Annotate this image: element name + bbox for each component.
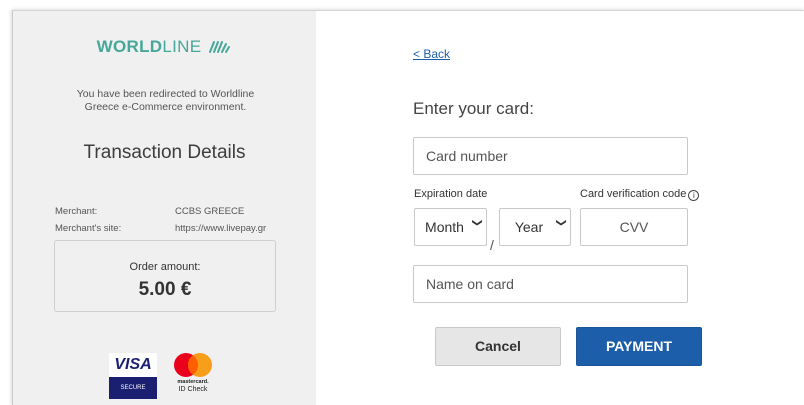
- order-amount-label: Order amount:: [129, 261, 201, 273]
- visa-secure-badge: VISA SECURE: [109, 353, 157, 399]
- order-amount-box: Order amount: 5.00 €: [54, 240, 276, 312]
- mastercard-circles-icon: [174, 353, 212, 377]
- cvv-label-row: Card verification code i: [580, 188, 700, 201]
- merchant-label: Merchant:: [55, 206, 98, 217]
- logo-text-bold: WORLD: [96, 37, 163, 56]
- year-select[interactable]: Year ❯: [499, 208, 571, 246]
- worldline-wave-icon: [209, 41, 231, 53]
- enter-card-heading: Enter your card:: [413, 99, 534, 118]
- id-check-text: ID Check: [178, 386, 208, 393]
- chevron-down-icon: ❯: [471, 218, 483, 227]
- visa-secure-text: SECURE: [109, 377, 157, 399]
- redirect-notice: You have been redirected to Worldline Gr…: [53, 88, 278, 114]
- month-select[interactable]: Month ❯: [414, 208, 487, 246]
- payment-button[interactable]: PAYMENT: [576, 327, 702, 366]
- worldline-logo: WORLDLINE: [13, 37, 316, 57]
- back-link[interactable]: < Back: [413, 47, 450, 61]
- year-select-value: Year: [514, 219, 544, 235]
- mastercard-text: mastercard. ID Check: [171, 379, 215, 393]
- cvv-input[interactable]: [580, 208, 688, 246]
- name-on-card-input[interactable]: [413, 265, 688, 303]
- info-icon[interactable]: i: [688, 190, 700, 201]
- redirect-line-1: You have been redirected to Worldline: [76, 88, 255, 100]
- logo-text-light: LINE: [162, 37, 202, 56]
- merchant-site-label: Merchant's site:: [55, 223, 122, 234]
- merchant-value: CCBS GREECE: [175, 206, 245, 217]
- expiration-date-label: Expiration date: [414, 188, 488, 200]
- transaction-details-title: Transaction Details: [83, 142, 246, 163]
- order-amount-value: 5.00 €: [138, 279, 192, 300]
- card-entry-panel: < Back Enter your card: Expiration date …: [316, 11, 804, 405]
- cvv-label: Card verification code: [580, 188, 687, 200]
- cancel-button[interactable]: Cancel: [435, 327, 561, 366]
- payment-page: WORLDLINE You have been redirected to Wo…: [12, 10, 804, 405]
- month-select-value: Month: [425, 219, 464, 235]
- chevron-down-icon: ❯: [555, 218, 567, 227]
- date-separator: /: [490, 237, 494, 253]
- mastercard-name: mastercard.: [177, 379, 209, 385]
- visa-logo-text: VISA: [109, 353, 157, 377]
- merchant-site-value: https://www.livepay.gr: [175, 223, 267, 234]
- card-number-input[interactable]: [413, 137, 688, 175]
- transaction-summary-panel: WORLDLINE You have been redirected to Wo…: [13, 11, 316, 405]
- mastercard-id-check-badge: mastercard. ID Check: [171, 352, 215, 400]
- redirect-line-2: Greece e-Commerce environment.: [84, 101, 247, 113]
